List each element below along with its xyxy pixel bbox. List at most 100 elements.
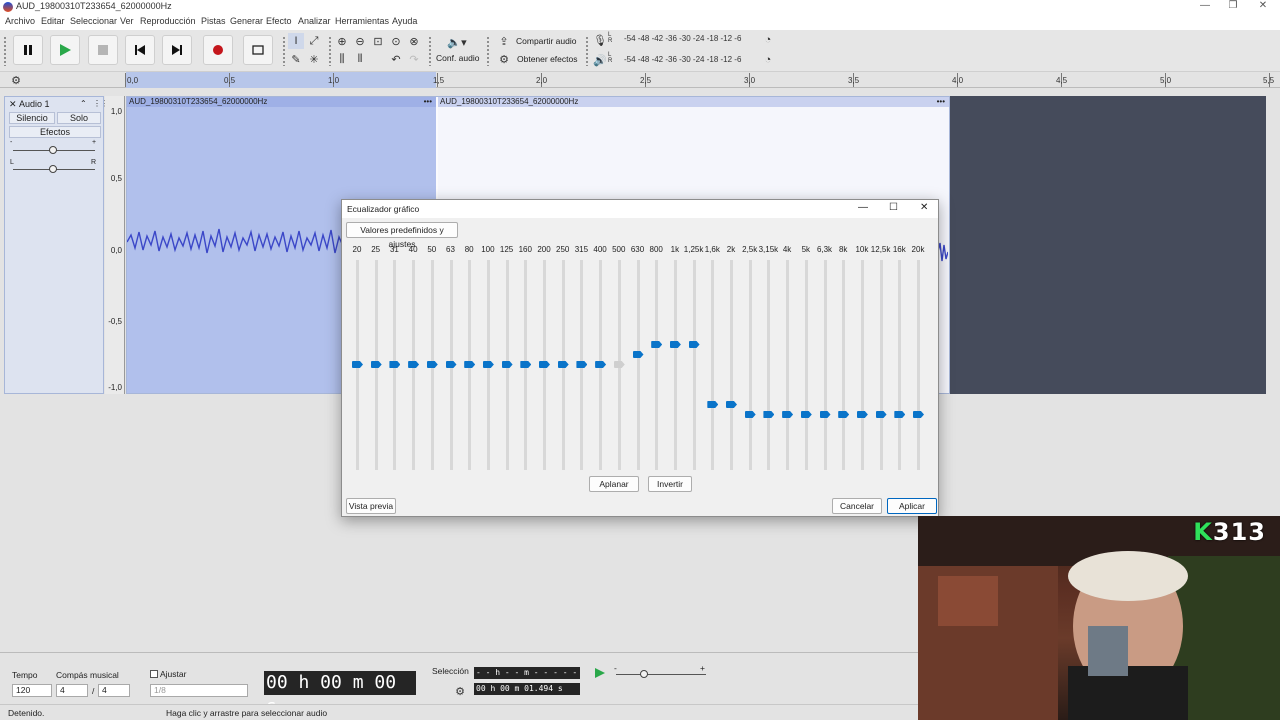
stop-button[interactable] [88,35,118,65]
empty-track-space[interactable] [950,96,1266,394]
menu-seleccionar[interactable]: Seleccionar [70,16,117,26]
silence-icon[interactable]: ⫴ [352,51,368,67]
track-control-panel[interactable]: ✕ Audio 1 ⌃ ⋮⋮ Silencio Solo Efectos - +… [4,96,109,394]
band-slider-track[interactable] [804,260,808,470]
tempo-input[interactable]: 120 [12,684,52,697]
clip-title[interactable]: AUD_19800310T233654_62000000Hz [129,97,267,106]
menu-analizar[interactable]: Analizar [298,16,331,26]
record-button[interactable] [203,35,233,65]
fit-selection-icon[interactable]: ⊡ [370,33,386,49]
menu-pistas[interactable]: Pistas [201,16,226,26]
clip-menu-icon[interactable]: ••• [424,97,432,107]
band-slider-track[interactable] [730,260,733,470]
menu-editar[interactable]: Editar [41,16,65,26]
share-grip[interactable] [486,36,490,66]
clip-header[interactable]: AUD_19800310T233654_62000000Hz ••• [438,97,949,107]
play-at-speed-icon[interactable] [592,665,608,681]
band-slider-track[interactable] [636,260,640,470]
selection-tool-icon[interactable]: I [288,33,304,49]
menu-efecto[interactable]: Efecto [266,16,292,26]
menu-ayuda[interactable]: Ayuda [392,16,417,26]
speaker-dropdown-icon[interactable]: 🔈▾ [444,34,470,50]
zoom-toggle-icon[interactable]: ⊗ [406,33,422,49]
band-slider-track[interactable] [917,260,920,470]
playback-meter-menu-icon[interactable]: ◔ [760,52,776,68]
cancel-button[interactable]: Cancelar [832,498,882,514]
invert-button[interactable]: Invertir [648,476,692,492]
track-close-icon[interactable]: ✕ [9,99,17,110]
effects-button[interactable]: Efectos [9,126,101,138]
selection-start[interactable]: - - h - - m - - - - - - s [474,667,580,689]
time-signature-numerator[interactable]: 4 [56,684,88,697]
minimize-icon[interactable]: — [858,202,868,213]
clip-header[interactable]: AUD_19800310T233654_62000000Hz ••• [127,97,436,107]
zoom-out-icon[interactable]: ⊖ [352,33,368,49]
maximize-icon[interactable]: ☐ [889,202,898,213]
menu-generar[interactable]: Generar [230,16,263,26]
share-audio-button[interactable]: Compartir audio [516,36,576,46]
speed-slider-track[interactable] [616,674,706,675]
multi-tool-icon[interactable]: ✳ [306,51,322,67]
speed-slider-knob[interactable] [640,670,648,678]
gain-slider-knob[interactable] [49,146,57,154]
band-slider-track[interactable] [879,260,883,470]
band-slider-track[interactable] [711,260,715,470]
record-meter-scale[interactable]: -54 -48 -42 -36 -30 -24 -18 -12 -6 [624,34,741,43]
band-slider-track[interactable] [767,260,771,470]
selection-end[interactable]: 00 h 00 m 01.494 s [474,683,580,695]
band-slider-track[interactable] [655,260,659,470]
presets-button[interactable]: Valores predefinidos y ajustes [346,222,458,249]
menu-reproduccion[interactable]: Reproducción [140,16,196,26]
skip-end-button[interactable] [162,35,192,65]
tools-grip[interactable] [282,36,286,66]
band-slider-track[interactable] [823,260,827,470]
flatten-button[interactable]: Aplanar [589,476,639,492]
snap-checkbox[interactable] [150,670,158,678]
snap-select[interactable]: 1/8 [150,684,248,697]
get-effects-button[interactable]: Obtener efectos [517,54,577,64]
plugin-icon[interactable]: ⚙ [496,51,512,67]
menu-archivo[interactable]: Archivo [5,16,35,26]
dialog-title-bar[interactable]: Ecualizador gráfico — ☐ ✕ [342,200,938,218]
mute-button[interactable]: Silencio [9,112,55,124]
loop-button[interactable] [243,35,273,65]
menu-herramientas[interactable]: Herramientas [335,16,389,26]
close-icon[interactable]: ✕ [920,202,928,213]
play-button[interactable] [50,35,80,65]
toolbar-grip[interactable] [3,36,7,66]
band-slider-track[interactable] [842,260,846,470]
playback-meter-scale[interactable]: -54 -48 -42 -36 -30 -24 -18 -12 -6 [624,55,741,64]
share-icon[interactable]: ⇪ [496,33,512,49]
preview-button[interactable]: Vista previa [346,498,396,514]
conf-audio-label[interactable]: Conf. audio [436,53,479,63]
track-name[interactable]: Audio 1 [19,99,50,109]
redo-icon[interactable]: ↷ [406,51,422,67]
microphone-icon[interactable]: 🎙 [592,32,608,48]
band-slider-track[interactable] [692,260,696,470]
time-display[interactable]: 00 h 00 m 00 s [264,671,416,717]
restore-icon[interactable]: ❐ [1222,0,1244,11]
speaker-meter-icon[interactable]: 🔊 [592,52,608,68]
time-signature-denominator[interactable]: 4 [98,684,130,697]
envelope-tool-icon[interactable]: ⤢ [306,33,322,49]
zoom-in-icon[interactable]: ⊕ [334,33,350,49]
clip-menu-icon[interactable]: ••• [937,97,945,107]
meter-grip[interactable] [585,36,589,66]
skip-start-button[interactable] [125,35,155,65]
clip-title[interactable]: AUD_19800310T233654_62000000Hz [440,97,578,106]
minimize-icon[interactable]: — [1194,0,1216,11]
band-slider-track[interactable] [786,260,790,470]
timeline-ruler[interactable]: ⚙ 0,0 0,5 1,0 1,5 2,0 2,5 3,0 3,5 4,0 4,… [0,72,1280,88]
band-slider-track[interactable] [748,260,752,470]
fit-project-icon[interactable]: ⊙ [388,33,404,49]
solo-button[interactable]: Solo [57,112,101,124]
band-slider-track[interactable] [673,260,677,470]
pan-slider-knob[interactable] [49,165,57,173]
selection-settings-icon[interactable]: ⚙ [452,683,468,699]
audio-setup-grip[interactable] [428,36,432,66]
timeline-settings-icon[interactable]: ⚙ [8,72,24,88]
edit-grip[interactable] [328,36,332,66]
close-icon[interactable]: ✕ [1252,0,1274,11]
apply-button[interactable]: Aplicar [887,498,937,514]
collapse-icon[interactable]: ⌃ [80,99,87,108]
